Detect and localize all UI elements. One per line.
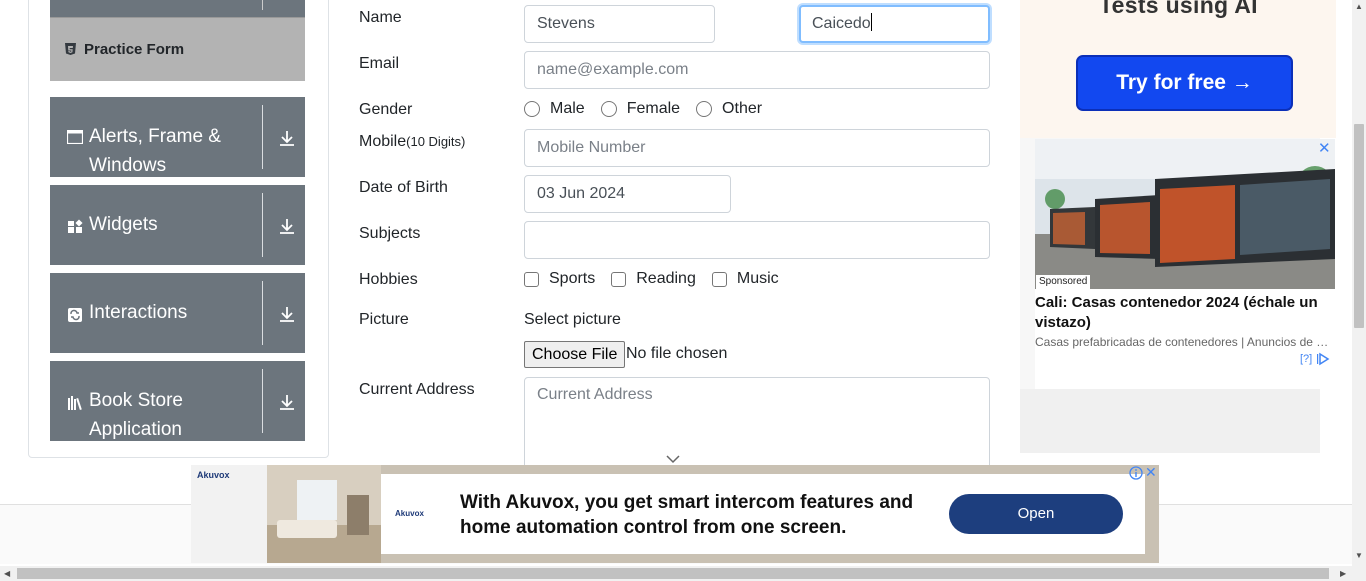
first-name-input[interactable]: Stevens [524,5,715,43]
gender-radio-group: Male Female Other [524,100,778,118]
vertical-scrollbar-thumb[interactable] [1354,124,1364,328]
download-arrow-icon[interactable] [278,217,296,235]
html5-icon [65,43,76,58]
last-name-value: Caicedo [812,15,871,32]
hobbies-label: Hobbies [359,271,418,288]
checkbox-label: Music [736,270,779,287]
sidebar-group-interactions[interactable]: Interactions [50,273,305,353]
right-ad-title: Tests using AI [1099,0,1258,18]
scroll-down-arrow-icon[interactable]: ▼ [1355,551,1363,560]
choose-file-button[interactable]: Choose File [524,341,626,368]
container-house-image[interactable] [1035,139,1335,289]
select-picture-label: Select picture [524,311,621,328]
ad-card-subtitle[interactable]: Casas prefabricadas de contenedores | An… [1035,335,1333,349]
radio-female[interactable] [600,101,617,117]
hobbies-checkbox-group: Sports Reading Music [524,270,795,288]
close-icon[interactable]: ✕ [1145,464,1157,481]
info-icon[interactable] [1129,466,1143,480]
dob-label: Date of Birth [359,179,448,196]
sidebar-item-practice-form[interactable]: Practice Form [50,17,305,81]
gender-option-male[interactable]: Male [524,100,585,118]
books-icon [67,395,83,411]
scroll-right-arrow-icon[interactable]: ▶ [1340,569,1346,578]
right-ad-pattern [1020,389,1320,453]
radio-other[interactable] [696,101,713,117]
checkbox-label: Sports [549,270,596,287]
adchoices-icon[interactable] [1316,352,1334,366]
mobile-input[interactable]: Mobile Number [524,129,990,167]
bottom-ad-brand: Akuvox [197,470,230,480]
download-arrow-icon[interactable] [278,129,296,147]
text-caret [870,13,872,31]
gender-label: Gender [359,101,413,118]
interior-room-image [267,465,381,563]
scroll-left-arrow-icon[interactable]: ◀ [4,569,10,578]
mobile-label: Mobile(10 Digits) [359,133,465,151]
sidebar-group-forms-tail[interactable] [50,0,305,17]
sidebar-group-alerts-frame-windows[interactable]: Alerts, Frame & Windows [50,97,305,177]
hobby-option-sports[interactable]: Sports [524,270,595,288]
download-arrow-icon[interactable] [278,393,296,411]
mobile-label-text: Mobile [359,133,407,150]
gender-option-other[interactable]: Other [696,100,762,118]
sponsored-badge: Sponsored [1036,275,1091,289]
gender-option-female[interactable]: Female [600,100,681,118]
chevron-down-icon[interactable] [666,451,680,464]
file-status-text: No file chosen [626,345,728,362]
checkbox-sports[interactable] [524,271,539,287]
email-input[interactable]: name@example.com [524,51,990,89]
ad-card-title[interactable]: Cali: Casas contenedor 2024 (échale un v… [1035,293,1333,333]
ad-help-link[interactable]: [?] [1300,353,1312,365]
sidebar-group-label: Book Store Application [89,390,183,440]
open-button[interactable]: Open [949,494,1123,534]
bottom-ad-text[interactable]: With Akuvox, you get smart intercom feat… [460,490,930,540]
checkbox-label: Reading [636,270,696,287]
scroll-up-arrow-icon[interactable]: ▲ [1355,2,1363,11]
sidebar-group-book-store-application[interactable]: Book Store Application [50,361,305,441]
checkbox-music[interactable] [711,271,727,287]
widgets-icon [67,219,83,235]
interactions-icon [67,307,83,323]
download-arrow-icon[interactable] [278,305,296,323]
current-address-label: Current Address [359,381,475,398]
close-icon[interactable]: ✕ [1318,139,1331,157]
name-label: Name [359,9,402,26]
page-root: { "sidebar": { "active_item": "Practice … [0,0,1366,581]
current-address-textarea[interactable]: Current Address [524,377,990,477]
date-of-birth-input[interactable]: 03 Jun 2024 [524,175,731,213]
sidebar-item-label: Practice Form [84,41,185,58]
last-name-input[interactable]: Caicedo [799,5,990,43]
radio-male[interactable] [524,101,540,117]
sidebar-group-label: Interactions [89,302,188,323]
hobby-option-reading[interactable]: Reading [611,270,696,288]
radio-label: Female [626,100,681,117]
mobile-hint: (10 Digits) [406,134,466,149]
email-label: Email [359,55,400,72]
sidebar-group-label: Widgets [89,214,158,235]
checkbox-reading[interactable] [611,271,627,287]
hobby-option-music[interactable]: Music [711,270,779,288]
window-icon [66,129,84,146]
try-for-free-button[interactable]: Try for free → [1076,55,1293,111]
picture-label: Picture [359,311,409,328]
sidebar-group-label: Alerts, Frame & Windows [89,126,221,176]
radio-label: Male [550,100,585,117]
sidebar-group-widgets[interactable]: Widgets [50,185,305,265]
horizontal-scrollbar-thumb[interactable] [17,568,1329,579]
radio-label: Other [722,100,763,117]
subjects-label: Subjects [359,225,421,242]
akuvox-logo: Akuvox [395,509,424,518]
subjects-input[interactable] [524,221,990,259]
